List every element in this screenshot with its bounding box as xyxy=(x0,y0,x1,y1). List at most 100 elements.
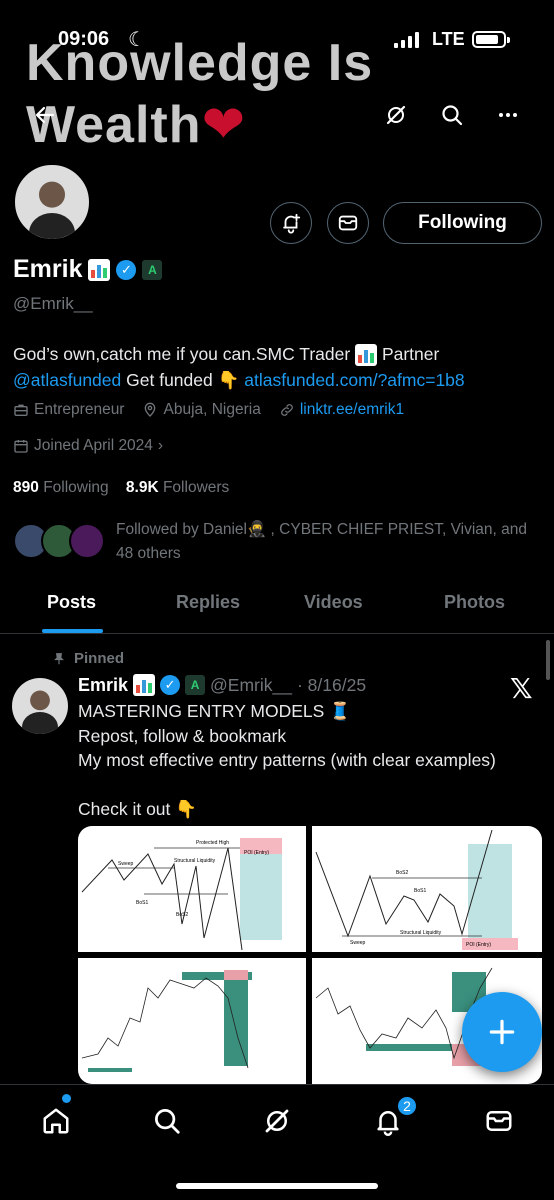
envelope-icon xyxy=(486,1111,512,1131)
post-handle[interactable]: @Emrik__ xyxy=(210,675,292,696)
media-label: POI (Entry) xyxy=(466,942,491,948)
post-header: Emrik ✓ A @Emrik__ · 8/16/25 xyxy=(78,674,366,696)
website-link[interactable]: linktr.ee/emrik1 xyxy=(300,401,404,419)
more-icon xyxy=(499,113,517,117)
bio-text-mid: Get funded xyxy=(126,370,213,390)
following-stat[interactable]: 890 Following xyxy=(13,479,109,496)
followers-label: Followers xyxy=(162,479,230,496)
home-unread-dot xyxy=(62,1094,71,1103)
location-text: Abuja, Nigeria xyxy=(163,401,261,418)
followed-by-avatars[interactable] xyxy=(13,517,105,559)
profile-avatar[interactable] xyxy=(12,162,92,242)
verified-badge-icon: ✓ xyxy=(160,675,181,695)
media-label: Protected High xyxy=(196,840,229,846)
media-image-1[interactable]: Protected High Sweep Structural Liquidit… xyxy=(78,826,306,952)
chevron-right-icon: › xyxy=(157,437,164,454)
location-pin-icon xyxy=(145,402,156,417)
media-label: BoS2 xyxy=(396,870,408,876)
media-label: Sweep xyxy=(350,940,366,946)
entry-diagram-1: Protected High Sweep Structural Liquidit… xyxy=(81,838,282,951)
media-image-3[interactable] xyxy=(78,958,306,1084)
media-label: BoS2 xyxy=(176,912,188,918)
media-label: POI (Entry) xyxy=(244,850,269,856)
entry-diagram-2: BoS2 BoS1 Structural Liquidity Sweep POI… xyxy=(315,829,518,950)
following-button[interactable]: Following xyxy=(383,202,542,244)
home-indicator xyxy=(176,1183,378,1189)
bio-url-link[interactable]: atlasfunded.com/?afmc=1b8 xyxy=(244,370,464,390)
battery-icon xyxy=(472,31,510,48)
profile-handle: @Emrik__ xyxy=(13,294,93,313)
occupation: Entrepreneur xyxy=(13,401,124,419)
followed-by-text[interactable]: Followed by Daniel🥷 , CYBER CHIEF PRIEST… xyxy=(116,518,541,566)
bio-mention-link[interactable]: @atlasfunded xyxy=(13,370,121,390)
nav-grok[interactable] xyxy=(257,1101,297,1141)
tab-photos[interactable]: Photos xyxy=(444,592,505,613)
active-tab-indicator xyxy=(42,629,103,633)
briefcase-icon xyxy=(14,404,28,416)
post-author[interactable]: Emrik xyxy=(78,675,128,696)
scrollbar[interactable] xyxy=(546,640,550,680)
pin-icon xyxy=(54,652,64,664)
message-button[interactable] xyxy=(327,202,369,244)
follow-counts: 890 Following 8.9K Followers xyxy=(13,479,229,497)
back-button[interactable] xyxy=(26,96,64,134)
post-line: Repost, follow & bookmark xyxy=(78,725,287,746)
post-line: My most effective entry patterns (with c… xyxy=(78,750,496,770)
profile-bio: God’s own,catch me if you can.SMC Trader… xyxy=(13,341,543,393)
bar-chart-icon xyxy=(133,674,156,696)
nav-search[interactable] xyxy=(147,1101,187,1141)
joined-text: Joined April 2024 xyxy=(34,437,153,454)
nav-messages[interactable] xyxy=(479,1101,519,1141)
candlestick-chart-1 xyxy=(81,970,252,1072)
arrow-left-icon xyxy=(35,106,55,124)
avatar xyxy=(69,523,105,559)
pinned-label: Pinned xyxy=(52,650,124,667)
media-label: Structural Liquidity xyxy=(400,930,442,936)
nav-home[interactable] xyxy=(36,1101,76,1141)
profile-name-row: Emrik ✓ A xyxy=(13,255,163,284)
following-label: Following xyxy=(43,479,109,496)
location: Abuja, Nigeria xyxy=(142,401,261,419)
network-label: LTE xyxy=(432,29,465,49)
more-button[interactable] xyxy=(489,96,527,134)
verified-badge-icon[interactable]: ✓ xyxy=(116,259,137,280)
following-count: 890 xyxy=(13,479,39,496)
bar-chart-icon xyxy=(88,258,111,281)
notify-button[interactable] xyxy=(270,202,312,244)
heart-icon: ❤ xyxy=(201,96,247,154)
profile-name: Emrik xyxy=(13,255,83,283)
post-line: Check it out 👇 xyxy=(78,798,198,819)
moon-icon: ☾ xyxy=(128,29,146,51)
post-avatar[interactable] xyxy=(12,678,68,734)
bio-text-end: Partner xyxy=(381,344,440,364)
followers-stat[interactable]: 8.9K Followers xyxy=(126,479,229,496)
bell-plus-icon xyxy=(283,213,301,234)
notification-count-badge: 2 xyxy=(396,1095,418,1117)
media-label: Sweep xyxy=(118,861,134,867)
point-down-icon: 👇 xyxy=(217,370,240,390)
status-time: 09:06 xyxy=(58,28,110,50)
post-line: MASTERING ENTRY MODELS 🧵 xyxy=(78,701,351,721)
search-button[interactable] xyxy=(433,96,471,134)
website[interactable]: linktr.ee/emrik1 xyxy=(279,401,404,419)
post-text[interactable]: MASTERING ENTRY MODELS 🧵 Repost, follow … xyxy=(78,699,543,821)
grok-button[interactable] xyxy=(377,96,415,134)
profile-tabs: Posts Replies Videos Photos xyxy=(0,586,554,634)
tab-posts[interactable]: Posts xyxy=(47,592,96,613)
bar-chart-icon xyxy=(355,344,378,367)
media-label: BoS1 xyxy=(136,900,148,906)
media-image-2[interactable]: BoS2 BoS1 Structural Liquidity Sweep POI… xyxy=(312,826,542,952)
tab-replies[interactable]: Replies xyxy=(176,592,240,613)
compose-button[interactable] xyxy=(462,992,542,1072)
occupation-text: Entrepreneur xyxy=(34,401,125,418)
status-bar: 09:06 ☾ LTE xyxy=(0,28,554,56)
bio-text: God’s own,catch me if you can.SMC Trader xyxy=(13,344,351,364)
link-icon xyxy=(280,404,293,416)
followers-count: 8.9K xyxy=(125,479,159,496)
joined-date[interactable]: Joined April 2024 › xyxy=(13,437,163,455)
affiliate-badge-icon: A xyxy=(185,675,206,695)
tab-videos[interactable]: Videos xyxy=(304,592,363,613)
signal-icon xyxy=(394,32,419,48)
affiliate-badge-icon[interactable]: A xyxy=(142,259,163,280)
calendar-icon xyxy=(14,440,28,453)
